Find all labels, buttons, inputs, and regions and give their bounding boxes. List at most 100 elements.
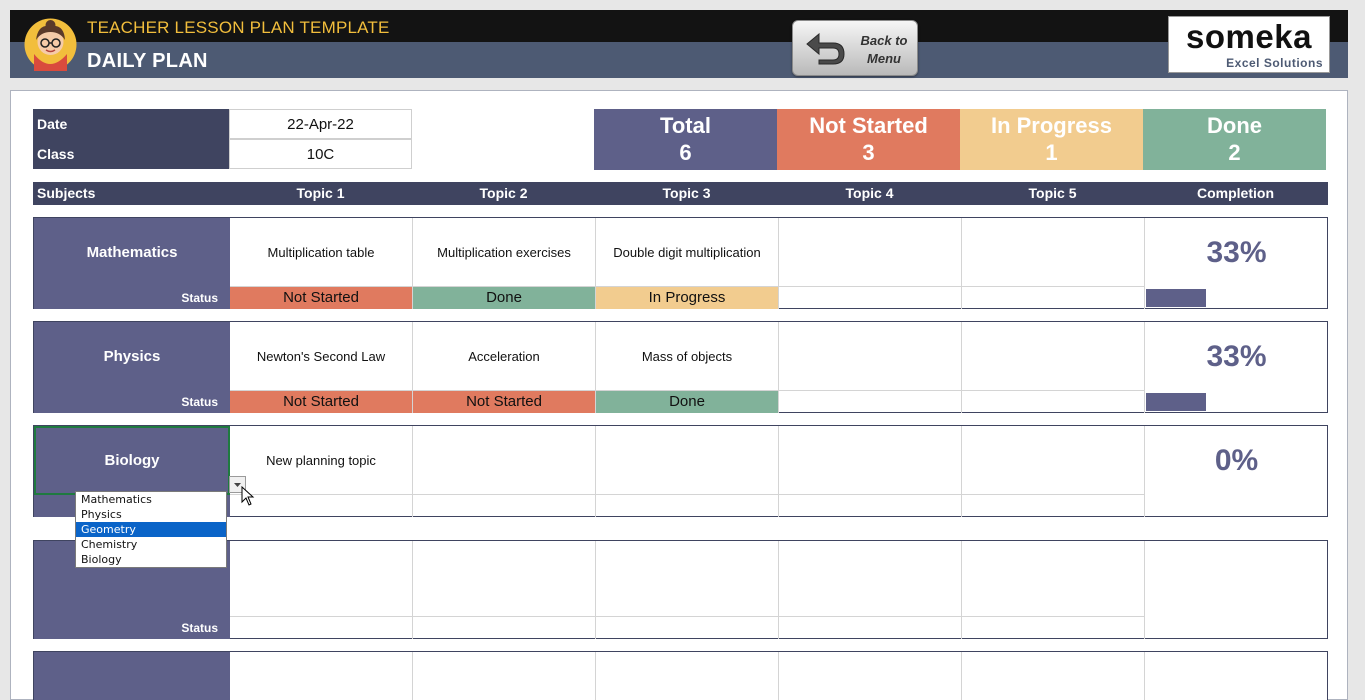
status-cell[interactable] bbox=[962, 287, 1145, 309]
status-cell[interactable]: In Progress bbox=[596, 287, 779, 309]
status-cell[interactable] bbox=[596, 617, 779, 639]
topic-cell[interactable] bbox=[779, 322, 962, 391]
status-label: Status bbox=[34, 617, 230, 639]
topic-cell[interactable] bbox=[779, 541, 962, 617]
topic-cell[interactable]: Multiplication table bbox=[230, 218, 413, 287]
dropdown-option-selected[interactable]: Geometry bbox=[76, 522, 226, 537]
completion-percent: 0% bbox=[1145, 426, 1328, 495]
back-to-menu-label: Back to Menu bbox=[853, 32, 915, 68]
subject-name-cell[interactable]: Physics bbox=[34, 322, 230, 391]
subject-block bbox=[33, 651, 1328, 700]
app-title: TEACHER LESSON PLAN TEMPLATE bbox=[87, 18, 390, 38]
class-value-cell[interactable]: 10C bbox=[229, 139, 412, 169]
status-cell[interactable]: Done bbox=[596, 391, 779, 413]
status-cell[interactable] bbox=[779, 287, 962, 309]
status-label: Status bbox=[34, 287, 230, 309]
completion-percent bbox=[1145, 541, 1328, 617]
topic-cell[interactable] bbox=[779, 426, 962, 495]
status-cell[interactable]: Not Started bbox=[230, 391, 413, 413]
status-cell[interactable] bbox=[779, 495, 962, 517]
status-cell[interactable] bbox=[413, 617, 596, 639]
column-header-row: Subjects Topic 1 Topic 2 Topic 3 Topic 4… bbox=[33, 182, 1328, 205]
dropdown-option[interactable]: Physics bbox=[76, 507, 226, 522]
topic-cell[interactable] bbox=[413, 426, 596, 495]
status-label: Status bbox=[34, 391, 230, 413]
topic-cell[interactable] bbox=[962, 541, 1145, 617]
subject-dropdown-list[interactable]: Mathematics Physics Geometry Chemistry B… bbox=[75, 491, 227, 568]
topic-cell[interactable]: New planning topic bbox=[230, 426, 413, 495]
status-cell[interactable] bbox=[413, 495, 596, 517]
summary-not-started: Not Started 3 bbox=[777, 109, 960, 170]
status-cell[interactable]: Not Started bbox=[230, 287, 413, 309]
column-header-topic-1: Topic 1 bbox=[229, 182, 412, 205]
dropdown-option[interactable]: Biology bbox=[76, 552, 226, 567]
topic-cell[interactable] bbox=[596, 541, 779, 617]
date-value-cell[interactable]: 22-Apr-22 bbox=[229, 109, 412, 139]
status-cell[interactable] bbox=[230, 617, 413, 639]
subject-name-cell[interactable]: Biology bbox=[34, 426, 230, 495]
topic-cell[interactable] bbox=[596, 426, 779, 495]
mouse-cursor-icon bbox=[241, 486, 255, 506]
subject-block: Status bbox=[33, 540, 1328, 639]
header-bar: TEACHER LESSON PLAN TEMPLATE DAILY PLAN … bbox=[10, 10, 1348, 80]
topic-cell[interactable]: Newton's Second Law bbox=[230, 322, 413, 391]
back-to-menu-button[interactable]: Back to Menu bbox=[792, 20, 918, 76]
header-bottom-band bbox=[10, 42, 1348, 78]
sheet-area: Date 22-Apr-22 Class 10C Total 6 Not Sta… bbox=[10, 90, 1348, 700]
topic-cell[interactable] bbox=[413, 541, 596, 617]
topic-cell[interactable] bbox=[779, 652, 962, 700]
date-label: Date bbox=[33, 109, 229, 139]
status-cell[interactable] bbox=[230, 495, 413, 517]
topic-cell[interactable]: Double digit multiplication bbox=[596, 218, 779, 287]
summary-in-progress: In Progress 1 bbox=[960, 109, 1143, 170]
status-cell[interactable]: Not Started bbox=[413, 391, 596, 413]
column-header-subjects: Subjects bbox=[37, 182, 229, 205]
teacher-avatar-icon bbox=[24, 18, 77, 71]
summary-total: Total 6 bbox=[594, 109, 777, 170]
status-cell[interactable] bbox=[779, 617, 962, 639]
topic-cell[interactable] bbox=[962, 218, 1145, 287]
logo-name: someka bbox=[1169, 18, 1329, 56]
topic-cell[interactable] bbox=[413, 652, 596, 700]
completion-percent: 33% bbox=[1145, 218, 1328, 287]
topic-cell[interactable] bbox=[230, 541, 413, 617]
topic-cell[interactable] bbox=[596, 652, 779, 700]
topic-cell[interactable] bbox=[962, 426, 1145, 495]
column-header-topic-2: Topic 2 bbox=[412, 182, 595, 205]
class-label: Class bbox=[33, 139, 229, 169]
completion-bar bbox=[1146, 393, 1206, 411]
column-header-topic-5: Topic 5 bbox=[961, 182, 1144, 205]
status-cell[interactable]: Done bbox=[413, 287, 596, 309]
column-header-completion: Completion bbox=[1144, 182, 1327, 205]
completion-bar bbox=[1146, 289, 1206, 307]
topic-cell[interactable] bbox=[962, 652, 1145, 700]
dropdown-option[interactable]: Mathematics bbox=[76, 492, 226, 507]
status-cell[interactable] bbox=[962, 391, 1145, 413]
back-arrow-icon bbox=[805, 30, 847, 66]
summary-done: Done 2 bbox=[1143, 109, 1326, 170]
topic-cell[interactable]: Acceleration bbox=[413, 322, 596, 391]
subject-block: BiologyStatusNew planning topic0% bbox=[33, 425, 1328, 517]
subject-block: PhysicsStatusNewton's Second LawNot Star… bbox=[33, 321, 1328, 413]
topic-cell[interactable]: Mass of objects bbox=[596, 322, 779, 391]
status-cell[interactable] bbox=[596, 495, 779, 517]
column-header-topic-4: Topic 4 bbox=[778, 182, 961, 205]
column-header-topic-3: Topic 3 bbox=[595, 182, 778, 205]
dropdown-option[interactable]: Chemistry bbox=[76, 537, 226, 552]
someka-logo: someka Excel Solutions bbox=[1168, 16, 1330, 73]
subject-name-cell[interactable]: Mathematics bbox=[34, 218, 230, 287]
subject-block: MathematicsStatusMultiplication tableNot… bbox=[33, 217, 1328, 309]
status-cell[interactable] bbox=[779, 391, 962, 413]
topic-cell[interactable] bbox=[230, 652, 413, 700]
completion-percent bbox=[1145, 652, 1328, 700]
subject-name-cell[interactable] bbox=[34, 652, 230, 700]
topic-cell[interactable] bbox=[962, 322, 1145, 391]
logo-subtitle: Excel Solutions bbox=[1226, 56, 1323, 70]
topic-cell[interactable]: Multiplication exercises bbox=[413, 218, 596, 287]
page-title: DAILY PLAN bbox=[87, 50, 208, 73]
completion-percent: 33% bbox=[1145, 322, 1328, 391]
status-cell[interactable] bbox=[962, 495, 1145, 517]
topic-cell[interactable] bbox=[779, 218, 962, 287]
status-cell[interactable] bbox=[962, 617, 1145, 639]
app-window: TEACHER LESSON PLAN TEMPLATE DAILY PLAN … bbox=[0, 0, 1365, 700]
